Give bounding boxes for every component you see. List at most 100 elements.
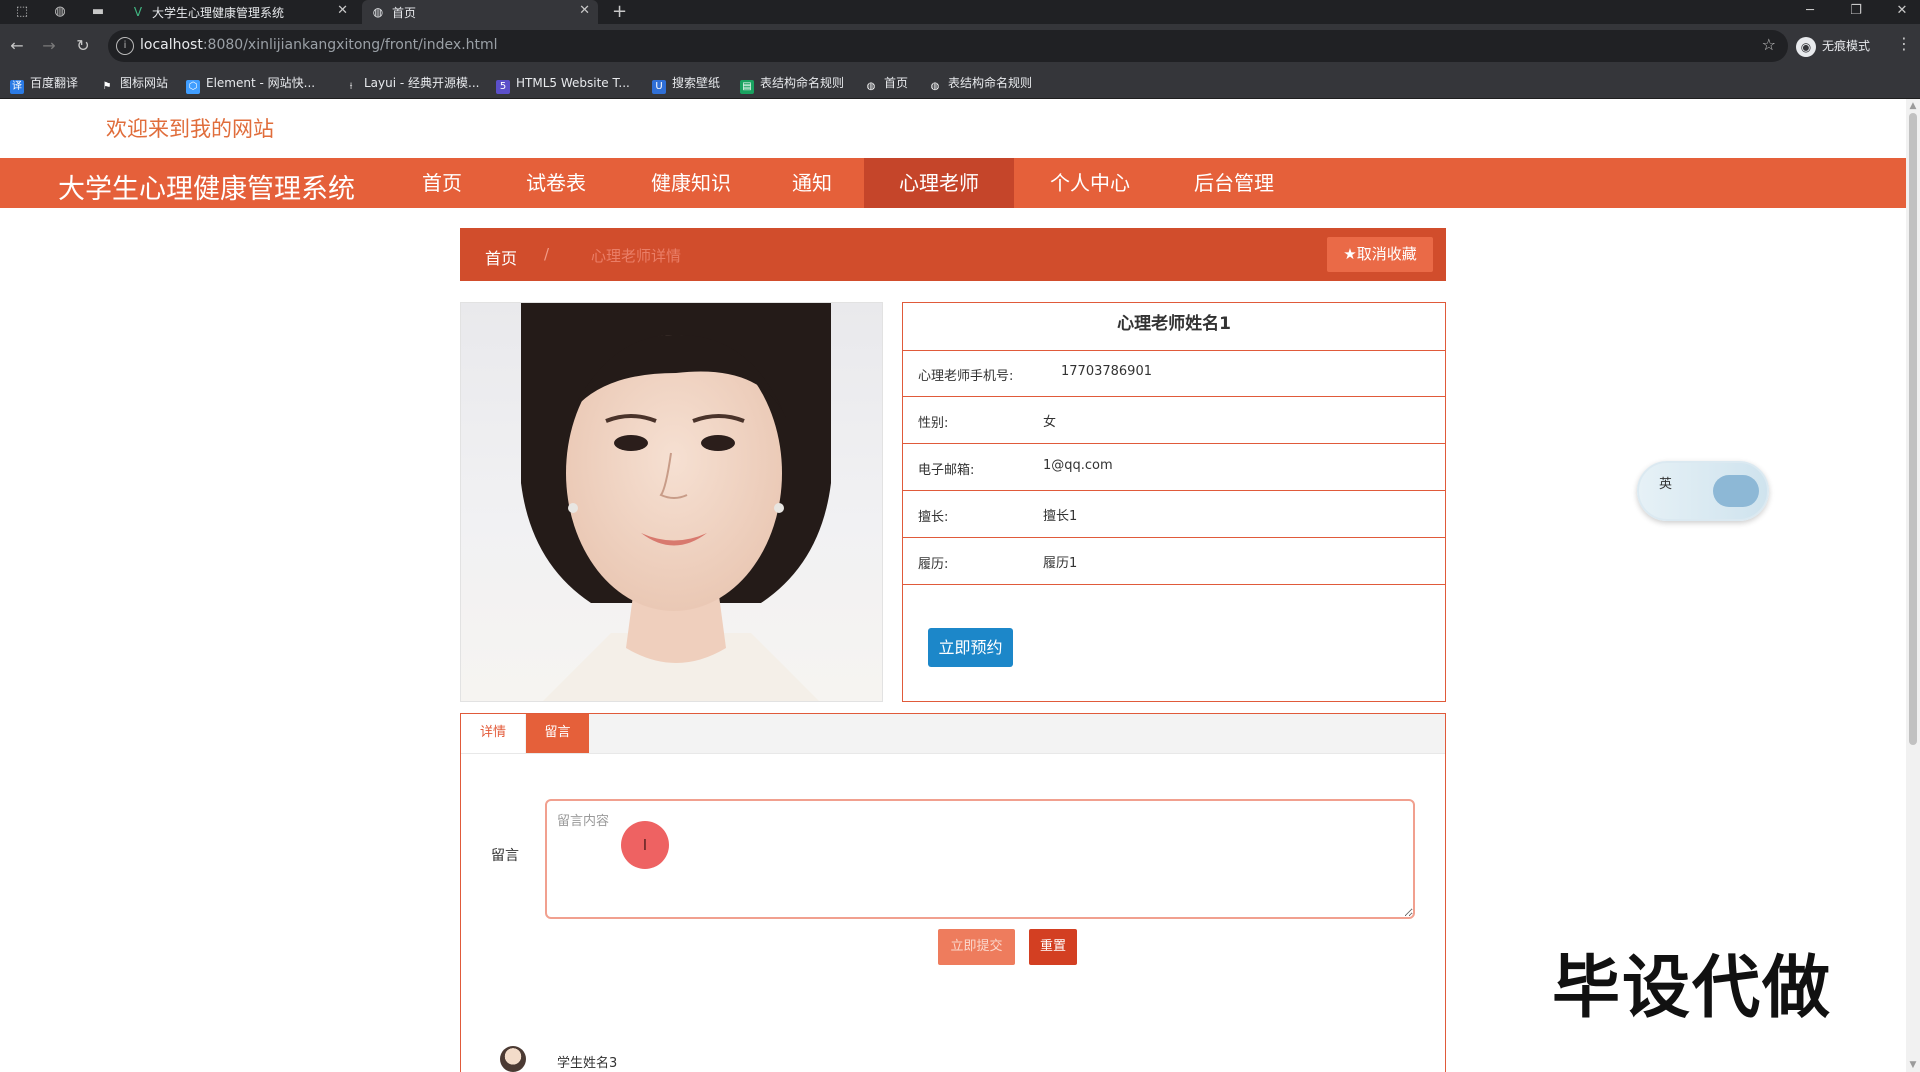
sheet-icon: ▤: [740, 80, 754, 94]
bookmark-item[interactable]: 译百度翻译: [10, 74, 78, 94]
bookmark-item[interactable]: U 搜索壁纸: [652, 74, 720, 94]
teacher-name: 心理老师姓名1: [903, 303, 1445, 351]
close-icon[interactable]: ✕: [579, 3, 590, 18]
tab-title: 大学生心理健康管理系统: [152, 6, 285, 20]
field-label: 擅长:: [918, 510, 949, 525]
restore-icon[interactable]: ❐: [1838, 0, 1874, 24]
breadcrumb: 首页 / 心理老师详情 ★取消收藏: [460, 228, 1446, 281]
teacher-info-panel: 心理老师姓名1 心理老师手机号: 17703786901 性别: 女 电子邮箱:…: [902, 302, 1446, 702]
tab-detail[interactable]: 详情: [461, 714, 525, 753]
tab-title: 首页: [392, 6, 417, 20]
field-label: 心理老师手机号:: [918, 369, 1014, 384]
resume-value: 履历1: [1043, 556, 1078, 571]
text-cursor-icon: I: [621, 821, 669, 869]
incognito-indicator[interactable]: ◉ 无痕模式: [1796, 34, 1870, 58]
star-icon: ★: [1343, 245, 1357, 263]
bookmarks-bar: 译百度翻译 ⚑ 图标网站 ⬡ Element - 网站快... ⟊ Layui - 经…: [0, 68, 1920, 99]
incognito-icon: ◉: [1796, 36, 1816, 57]
reload-icon[interactable]: ↻: [72, 35, 94, 57]
teacher-portrait-image: [521, 303, 831, 701]
info-row-email: 电子邮箱: 1@qq.com: [903, 444, 1445, 491]
bookmark-item[interactable]: ◍ 首页: [864, 74, 908, 92]
browser-tab-strip: ⬚ ◍ ▬ V 大学生心理健康管理系统 ✕ ◍ 首页 ✕ + ─ ❐ ✕: [0, 0, 1920, 24]
ime-language-indicator: 英: [1659, 477, 1673, 492]
layui-icon: ⟊: [349, 81, 353, 92]
page-scrollbar[interactable]: ▲ ▼: [1906, 99, 1920, 1072]
bookmark-star-icon[interactable]: ☆: [1762, 35, 1776, 54]
ime-decoration-icon: [1713, 475, 1759, 507]
url-text[interactable]: localhost:8080/xinlijiankangxitong/front…: [140, 37, 498, 53]
main-nav: 大学生心理健康管理系统 首页 试卷表 健康知识 通知 心理老师 个人中心 后台管…: [0, 158, 1906, 208]
close-icon[interactable]: ✕: [337, 3, 348, 18]
nav-item-notice[interactable]: 通知: [764, 158, 860, 208]
baidu-translate-icon: 译: [10, 80, 24, 94]
address-bar[interactable]: i localhost:8080/xinlijiankangxitong/fro…: [108, 30, 1788, 62]
ime-status-widget[interactable]: 英: [1637, 461, 1769, 521]
reset-button[interactable]: 重置: [1029, 929, 1077, 965]
forward-icon[interactable]: →: [38, 35, 60, 57]
nav-item-admin[interactable]: 后台管理: [1164, 158, 1304, 208]
breadcrumb-home[interactable]: 首页: [485, 245, 517, 269]
page-viewport: 欢迎来到我的网站 大学生心理健康管理系统 首页 试卷表 健康知识 通知 心理老师…: [0, 99, 1920, 1072]
tab-message[interactable]: 留言: [526, 714, 589, 753]
nav-item-profile[interactable]: 个人中心: [1028, 158, 1152, 208]
info-icon[interactable]: i: [116, 37, 134, 55]
submit-button[interactable]: 立即提交: [938, 929, 1015, 965]
bookmark-item[interactable]: ⬡ Element - 网站快...: [186, 74, 315, 94]
breadcrumb-current: 心理老师详情: [591, 247, 682, 265]
window-icon[interactable]: ▬: [88, 2, 108, 22]
vue-logo-icon: V: [133, 5, 143, 19]
globe-icon: ◍: [930, 81, 940, 92]
wallpaper-icon: U: [652, 80, 666, 94]
phone-value: 17703786901: [1061, 364, 1152, 379]
scroll-up-icon[interactable]: ▲: [1906, 99, 1920, 113]
flag-icon: ⚑: [102, 81, 112, 92]
tab-header: 详情 留言: [461, 714, 1445, 754]
breadcrumb-separator: /: [544, 245, 550, 263]
watermark-text: 毕设代做: [1552, 949, 1833, 1028]
scroll-down-icon[interactable]: ▼: [1906, 1058, 1920, 1072]
globe-icon: ◍: [372, 5, 384, 19]
bookmark-item[interactable]: ◍ 表结构命名规则: [928, 74, 1032, 92]
nav-item-health-knowledge[interactable]: 健康知识: [626, 158, 756, 208]
comment-author: 学生姓名3: [557, 1056, 618, 1071]
browser-toolbar: ← → ↻ i localhost:8080/xinlijiankangxito…: [0, 24, 1920, 68]
scrollbar-thumb[interactable]: [1909, 113, 1917, 745]
minimize-icon[interactable]: ─: [1792, 0, 1828, 24]
gender-value: 女: [1043, 415, 1057, 430]
bookmark-item[interactable]: 5 HTML5 Website T...: [496, 74, 630, 94]
site-brand[interactable]: 大学生心理健康管理系统: [58, 167, 355, 206]
html5-icon: 5: [496, 80, 510, 94]
welcome-text: 欢迎来到我的网站: [106, 117, 274, 141]
new-tab-icon[interactable]: +: [612, 0, 632, 24]
info-row-gender: 性别: 女: [903, 397, 1445, 444]
info-row-resume: 履历: 履历1: [903, 538, 1445, 585]
book-appointment-button[interactable]: 立即预约: [928, 628, 1013, 667]
nav-item-exam[interactable]: 试卷表: [506, 158, 606, 208]
field-label: 性别:: [918, 416, 949, 431]
back-icon[interactable]: ←: [6, 35, 28, 57]
window-close-icon[interactable]: ✕: [1884, 0, 1920, 24]
message-input[interactable]: [545, 799, 1415, 919]
unfavorite-button[interactable]: ★取消收藏: [1327, 237, 1433, 272]
browser-menu-icon[interactable]: ⋮: [1896, 34, 1912, 53]
specialty-value: 擅长1: [1043, 509, 1078, 524]
element-icon: ⬡: [186, 80, 200, 94]
info-row-specialty: 擅长: 擅长1: [903, 491, 1445, 538]
nav-item-teacher[interactable]: 心理老师: [864, 158, 1014, 208]
avatar: [500, 1046, 526, 1072]
globe-icon[interactable]: ◍: [50, 2, 70, 22]
bookmark-item[interactable]: ▤ 表结构命名规则: [740, 74, 844, 94]
bookmark-item[interactable]: ⟊ Layui - 经典开源模...: [344, 74, 480, 92]
browser-tab-active[interactable]: ◍ 首页 ✕: [362, 0, 598, 24]
teacher-photo: [460, 302, 883, 702]
field-label: 电子邮箱:: [918, 463, 975, 478]
detail-tabs-panel: 详情 留言 留言 I 立即提交 重置 学生姓名3: [460, 713, 1446, 1072]
bookmark-item[interactable]: ⚑ 图标网站: [100, 74, 169, 92]
browser-tab[interactable]: V 大学生心理健康管理系统 ✕: [122, 0, 356, 24]
info-row-phone: 心理老师手机号: 17703786901: [903, 350, 1445, 397]
tab-search-icon[interactable]: ⬚: [12, 2, 32, 22]
globe-icon: ◍: [866, 81, 876, 92]
nav-item-home[interactable]: 首页: [392, 158, 492, 208]
incognito-label: 无痕模式: [1822, 39, 1871, 53]
